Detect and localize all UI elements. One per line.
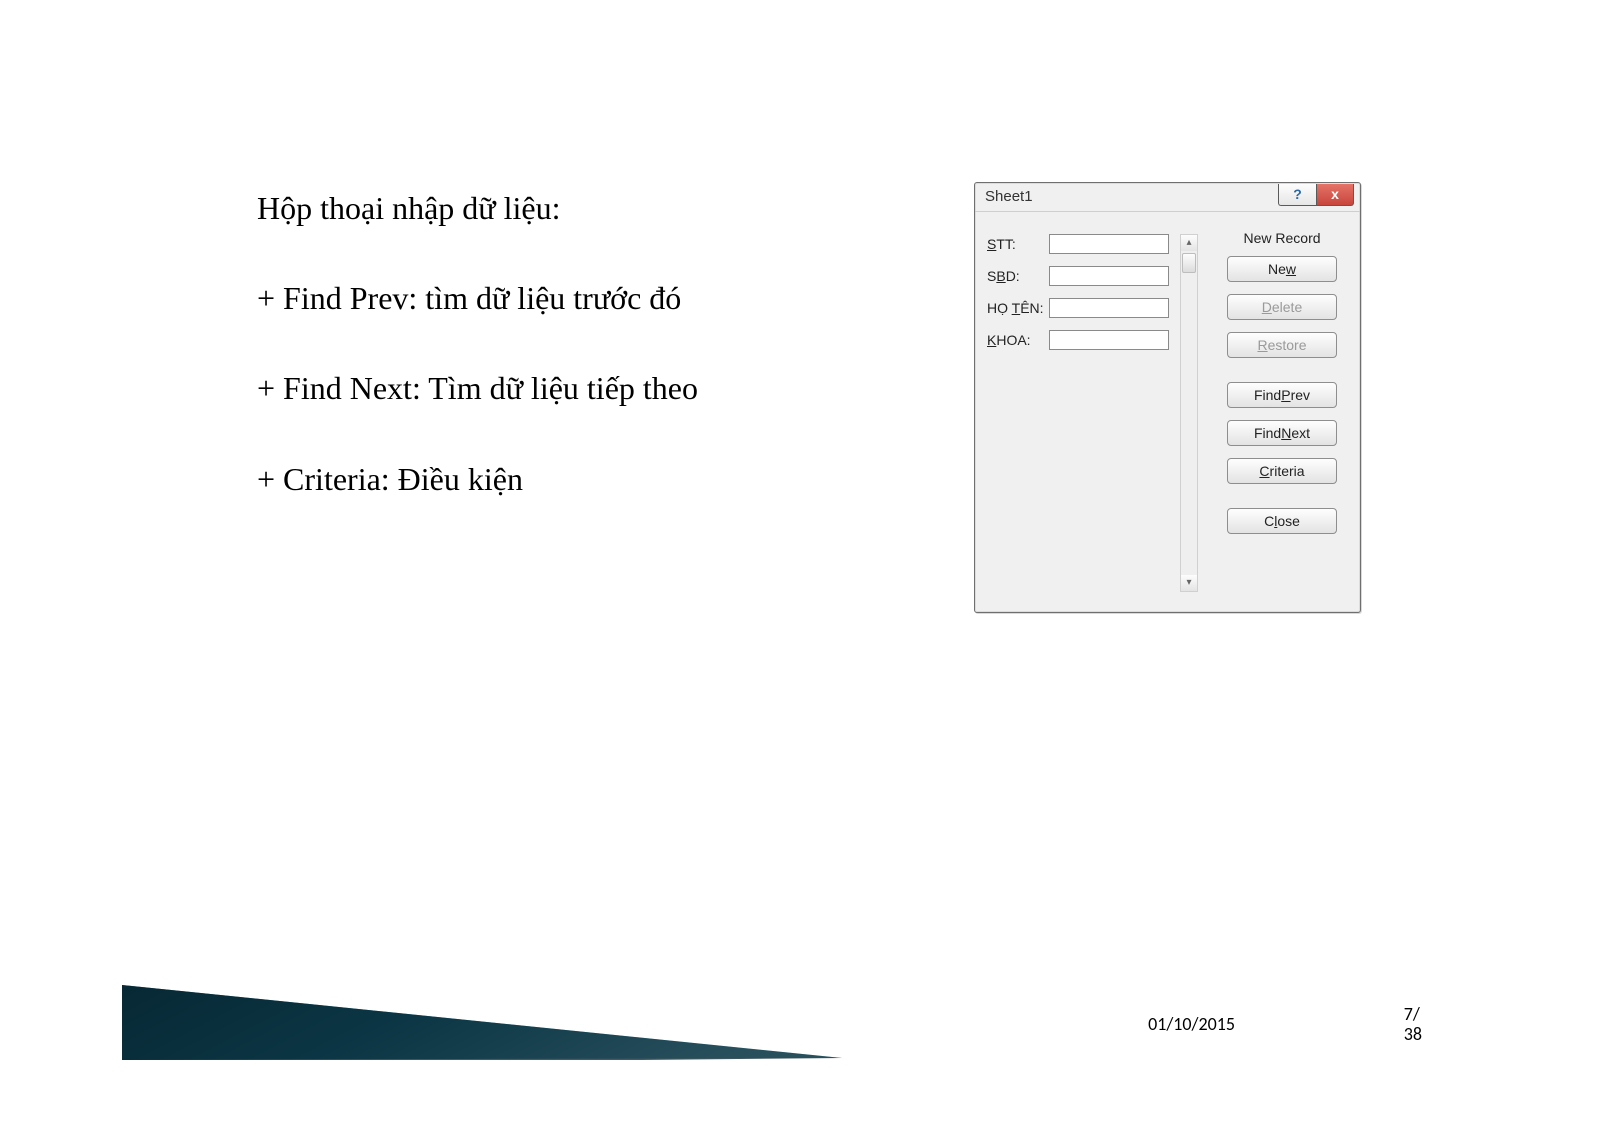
field-sbd-input[interactable] xyxy=(1049,266,1169,286)
new-button[interactable]: New xyxy=(1227,256,1337,282)
close-icon: x xyxy=(1331,186,1339,202)
scroll-track[interactable] xyxy=(1181,251,1197,575)
field-stt-input[interactable] xyxy=(1049,234,1169,254)
form-fields: STT: SBD: HỌ TÊN: KHOA: xyxy=(987,234,1177,362)
field-hoten-label: HỌ TÊN: xyxy=(987,300,1049,316)
dialog-title: Sheet1 xyxy=(985,188,1033,205)
titlebar-buttons: ? x xyxy=(1278,184,1354,206)
instruction-text: Hộp thoại nhập dữ liệu: + Find Prev: tìm… xyxy=(257,185,947,547)
field-khoa-input[interactable] xyxy=(1049,330,1169,350)
record-scrollbar[interactable]: ▴ ▾ xyxy=(1180,234,1198,592)
text-line-2: + Find Prev: tìm dữ liệu trước đó xyxy=(257,275,947,321)
scroll-thumb[interactable] xyxy=(1182,253,1196,273)
close-button[interactable]: Close xyxy=(1227,508,1337,534)
decorative-wedge xyxy=(122,860,842,1060)
slide: Hộp thoại nhập dữ liệu: + Find Prev: tìm… xyxy=(162,75,1462,1050)
text-line-3: + Find Next: Tìm dữ liệu tiếp theo xyxy=(257,365,947,411)
field-hoten: HỌ TÊN: xyxy=(987,298,1177,318)
close-window-button[interactable]: x xyxy=(1316,184,1354,206)
data-form-dialog: Sheet1 ? x STT: xyxy=(974,182,1361,613)
field-sbd: SBD: xyxy=(987,266,1177,286)
field-sbd-label: SBD: xyxy=(987,268,1049,284)
restore-button[interactable]: Restore xyxy=(1227,332,1337,358)
help-button[interactable]: ? xyxy=(1278,184,1316,206)
help-icon: ? xyxy=(1293,186,1302,202)
find-prev-button[interactable]: Find Prev xyxy=(1227,382,1337,408)
field-khoa: KHOA: xyxy=(987,330,1177,350)
text-line-4: + Criteria: Điều kiện xyxy=(257,456,947,502)
find-next-button[interactable]: Find Next xyxy=(1227,420,1337,446)
dialog-body: STT: SBD: HỌ TÊN: KHOA: xyxy=(975,212,1360,613)
field-khoa-label: KHOA: xyxy=(987,332,1049,348)
record-status: New Record xyxy=(1243,230,1320,246)
field-stt-label: STT: xyxy=(987,236,1049,252)
scroll-up-arrow[interactable]: ▴ xyxy=(1181,235,1197,251)
delete-button[interactable]: Delete xyxy=(1227,294,1337,320)
dialog-titlebar: Sheet1 ? x xyxy=(975,183,1360,212)
footer-date: 01/10/2015 xyxy=(1148,1013,1235,1035)
dialog-right-column: New Record New Delete Restore Find Prev … xyxy=(1219,230,1345,546)
field-stt: STT: xyxy=(987,234,1177,254)
text-line-1: Hộp thoại nhập dữ liệu: xyxy=(257,185,947,231)
criteria-button[interactable]: Criteria xyxy=(1227,458,1337,484)
field-hoten-input[interactable] xyxy=(1049,298,1169,318)
scroll-down-arrow[interactable]: ▾ xyxy=(1181,575,1197,591)
footer-page-number: 7/ 38 xyxy=(1404,1005,1422,1045)
